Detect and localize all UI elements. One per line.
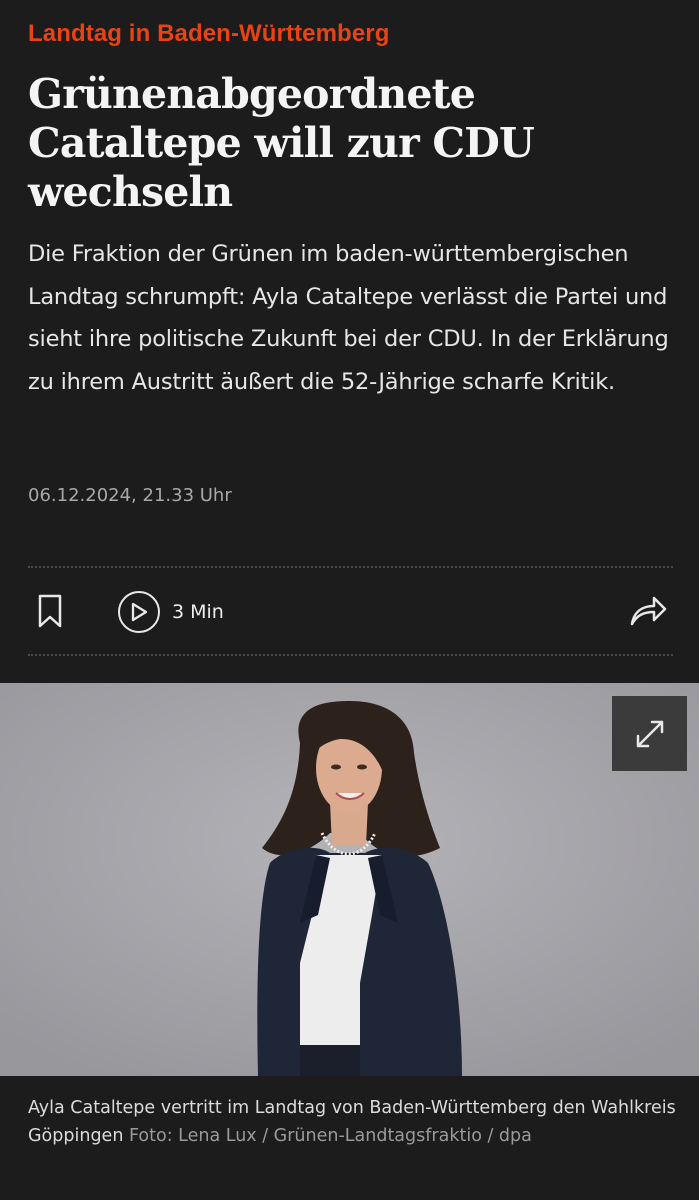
expand-icon [636, 720, 663, 747]
share-button[interactable] [628, 592, 668, 628]
bookmark-icon [38, 594, 62, 628]
play-icon [118, 591, 160, 633]
photo-credit: Foto: Lena Lux / Grünen-Landtagsfraktio … [128, 1126, 532, 1146]
bookmark-button[interactable] [36, 593, 64, 629]
publish-date: 06.12.2024, 21.33 Uhr [28, 485, 232, 506]
divider [28, 654, 673, 656]
expand-button[interactable] [612, 696, 687, 771]
kicker[interactable]: Landtag in Baden-Württemberg [28, 20, 389, 48]
headline: Grünenabgeordnete Cataltepe will zur CDU… [28, 70, 535, 216]
audio-duration: 3 Min [172, 601, 224, 623]
share-icon [630, 596, 667, 626]
listen-button[interactable]: 3 Min [118, 590, 224, 634]
divider [28, 566, 673, 568]
teaser: Die Fraktion der Grünen im baden-württem… [28, 241, 669, 395]
portrait-photo [0, 683, 699, 1076]
image-caption: Ayla Cataltepe vertritt im Landtag von B… [28, 1094, 678, 1150]
article-image[interactable] [0, 683, 699, 1076]
